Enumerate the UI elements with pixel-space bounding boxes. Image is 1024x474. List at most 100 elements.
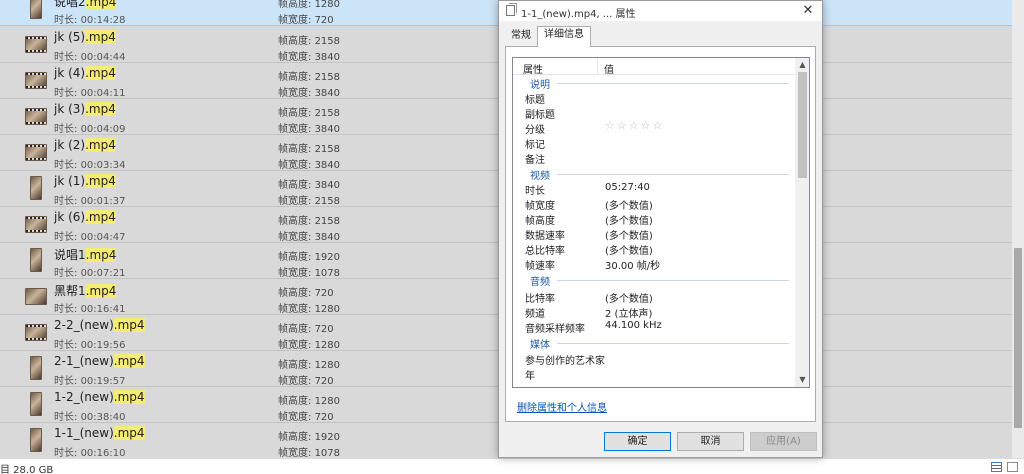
file-name: 2-1_(new).mp4 <box>54 354 145 368</box>
details-view-icon[interactable] <box>991 462 1002 472</box>
details-panel: 属性 值 说明 标题 副标题 分级 ☆☆☆☆☆ 标记 备注 视频 时长 05:2… <box>505 46 816 422</box>
file-duration: 时长: 00:04:44 <box>54 52 126 63</box>
header-property[interactable]: 属性 <box>523 61 543 76</box>
prop-frame-height-name[interactable]: 帧高度 <box>525 212 555 227</box>
property-list: 属性 值 说明 标题 副标题 分级 ☆☆☆☆☆ 标记 备注 视频 时长 05:2… <box>512 57 810 388</box>
prop-bitrate-name[interactable]: 比特率 <box>525 290 555 305</box>
file-frame-width: 帧宽度: 3840 <box>278 160 341 171</box>
prop-rating-name[interactable]: 分级 <box>525 121 545 136</box>
large-icons-view-icon[interactable] <box>1007 462 1018 472</box>
section-video: 视频 <box>530 171 550 182</box>
file-frame-height: 帧高度: 1280 <box>278 0 341 10</box>
file-name: 黑帮1.mp4 <box>54 284 117 298</box>
file-duration: 时长: 00:04:09 <box>54 124 126 135</box>
apply-button[interactable]: 应用(A) <box>750 432 817 451</box>
header-value[interactable]: 值 <box>604 61 614 76</box>
scrollbar-thumb[interactable] <box>798 72 807 178</box>
file-properties-icon <box>506 3 517 16</box>
scroll-down-arrow-icon[interactable]: ▼ <box>795 373 809 387</box>
prop-subtitle-name[interactable]: 副标题 <box>525 106 555 121</box>
file-duration: 时长: 00:07:21 <box>54 268 126 279</box>
video-thumbnail <box>25 216 47 233</box>
video-thumbnail <box>25 288 47 305</box>
file-duration: 时长: 00:38:40 <box>54 412 126 423</box>
prop-sample-rate-value[interactable]: 44.100 kHz <box>605 320 662 331</box>
file-duration: 时长: 00:19:57 <box>54 376 126 387</box>
video-thumbnail <box>25 144 47 161</box>
cancel-button[interactable]: 取消 <box>677 432 744 451</box>
section-audio: 音频 <box>530 277 550 288</box>
ok-button[interactable]: 确定 <box>604 432 671 451</box>
video-thumbnail <box>25 324 47 341</box>
prop-bitrate-value[interactable]: (多个数值) <box>605 290 653 305</box>
prop-data-rate-value[interactable]: (多个数值) <box>605 227 653 242</box>
prop-data-rate-name[interactable]: 数据速率 <box>525 227 565 242</box>
prop-length-name[interactable]: 时长 <box>525 182 545 197</box>
file-frame-width: 帧宽度: 3840 <box>278 124 341 135</box>
section-divider <box>557 174 789 175</box>
file-frame-height: 帧高度: 1280 <box>278 396 341 407</box>
property-list-header: 属性 值 <box>513 58 795 76</box>
file-frame-width: 帧宽度: 3840 <box>278 52 341 63</box>
video-thumbnail <box>30 248 42 272</box>
file-frame-height: 帧高度: 2158 <box>278 144 341 155</box>
file-name: jk (3).mp4 <box>54 102 116 116</box>
file-name: jk (4).mp4 <box>54 66 116 80</box>
section-description: 说明 <box>530 80 550 91</box>
prop-frame-rate-value[interactable]: 30.00 帧/秒 <box>605 257 660 272</box>
prop-artists-name[interactable]: 参与创作的艺术家 <box>525 352 605 367</box>
prop-tags-name[interactable]: 标记 <box>525 136 545 151</box>
file-frame-height: 帧高度: 2158 <box>278 36 341 47</box>
dialog-title: 1-1_(new).mp4, ... 属性 <box>521 9 636 20</box>
file-list-scrollbar[interactable] <box>1012 0 1024 458</box>
prop-comments-name[interactable]: 备注 <box>525 151 545 166</box>
header-divider[interactable] <box>597 58 598 75</box>
tab-strip: 常规 详细信息 <box>499 25 822 47</box>
file-frame-height: 帧高度: 1920 <box>278 432 341 443</box>
scrollbar-thumb[interactable] <box>1014 248 1022 428</box>
tab-details[interactable]: 详细信息 <box>537 26 591 47</box>
file-duration: 时长: 00:03:34 <box>54 160 126 171</box>
section-divider <box>557 83 789 84</box>
file-frame-width: 帧宽度: 1280 <box>278 340 341 351</box>
file-frame-width: 帧宽度: 3840 <box>278 88 341 99</box>
file-frame-width: 帧宽度: 720 <box>278 376 334 387</box>
file-frame-height: 帧高度: 2158 <box>278 72 341 83</box>
video-thumbnail <box>25 108 47 125</box>
prop-frame-width-name[interactable]: 帧宽度 <box>525 197 555 212</box>
remove-properties-link[interactable]: 删除属性和个人信息 <box>517 399 607 414</box>
dialog-title-bar[interactable]: 1-1_(new).mp4, ... 属性 ✕ <box>499 1 822 21</box>
file-frame-height: 帧高度: 1920 <box>278 252 341 263</box>
property-list-scrollbar[interactable]: ▲ ▼ <box>795 58 809 387</box>
prop-sample-rate-name[interactable]: 音频采样频率 <box>525 320 585 335</box>
close-button[interactable]: ✕ <box>794 1 822 21</box>
scroll-up-arrow-icon[interactable]: ▲ <box>795 58 809 72</box>
file-duration: 时长: 00:16:10 <box>54 448 126 458</box>
rating-stars[interactable]: ☆☆☆☆☆ <box>605 119 664 132</box>
status-bar: 目 28.0 GB <box>0 458 1024 474</box>
tab-general[interactable]: 常规 <box>505 28 537 46</box>
prop-channels-name[interactable]: 频道 <box>525 305 545 320</box>
file-name: jk (1).mp4 <box>54 174 116 188</box>
properties-dialog: 1-1_(new).mp4, ... 属性 ✕ 常规 详细信息 属性 值 说明 … <box>498 0 823 458</box>
prop-frame-rate-name[interactable]: 帧速率 <box>525 257 555 272</box>
file-frame-width: 帧宽度: 3840 <box>278 232 341 243</box>
prop-frame-height-value[interactable]: (多个数值) <box>605 212 653 227</box>
prop-channels-value[interactable]: 2 (立体声) <box>605 305 652 320</box>
file-frame-height: 帧高度: 2158 <box>278 216 341 227</box>
video-thumbnail <box>30 428 42 452</box>
video-thumbnail <box>25 36 47 53</box>
prop-frame-width-value[interactable]: (多个数值) <box>605 197 653 212</box>
prop-total-bitrate-value[interactable]: (多个数值) <box>605 242 653 257</box>
prop-title-name[interactable]: 标题 <box>525 91 545 106</box>
video-thumbnail <box>30 0 42 19</box>
prop-total-bitrate-name[interactable]: 总比特率 <box>525 242 565 257</box>
file-duration: 时长: 00:04:47 <box>54 232 126 243</box>
file-duration: 时长: 00:14:28 <box>54 15 126 26</box>
prop-length-value[interactable]: 05:27:40 <box>605 182 650 193</box>
file-duration: 时长: 00:04:11 <box>54 88 126 99</box>
prop-year-name[interactable]: 年 <box>525 367 535 382</box>
file-duration: 时长: 00:16:41 <box>54 304 126 315</box>
file-frame-height: 帧高度: 1280 <box>278 360 341 371</box>
file-frame-width: 帧宽度: 1078 <box>278 268 341 279</box>
